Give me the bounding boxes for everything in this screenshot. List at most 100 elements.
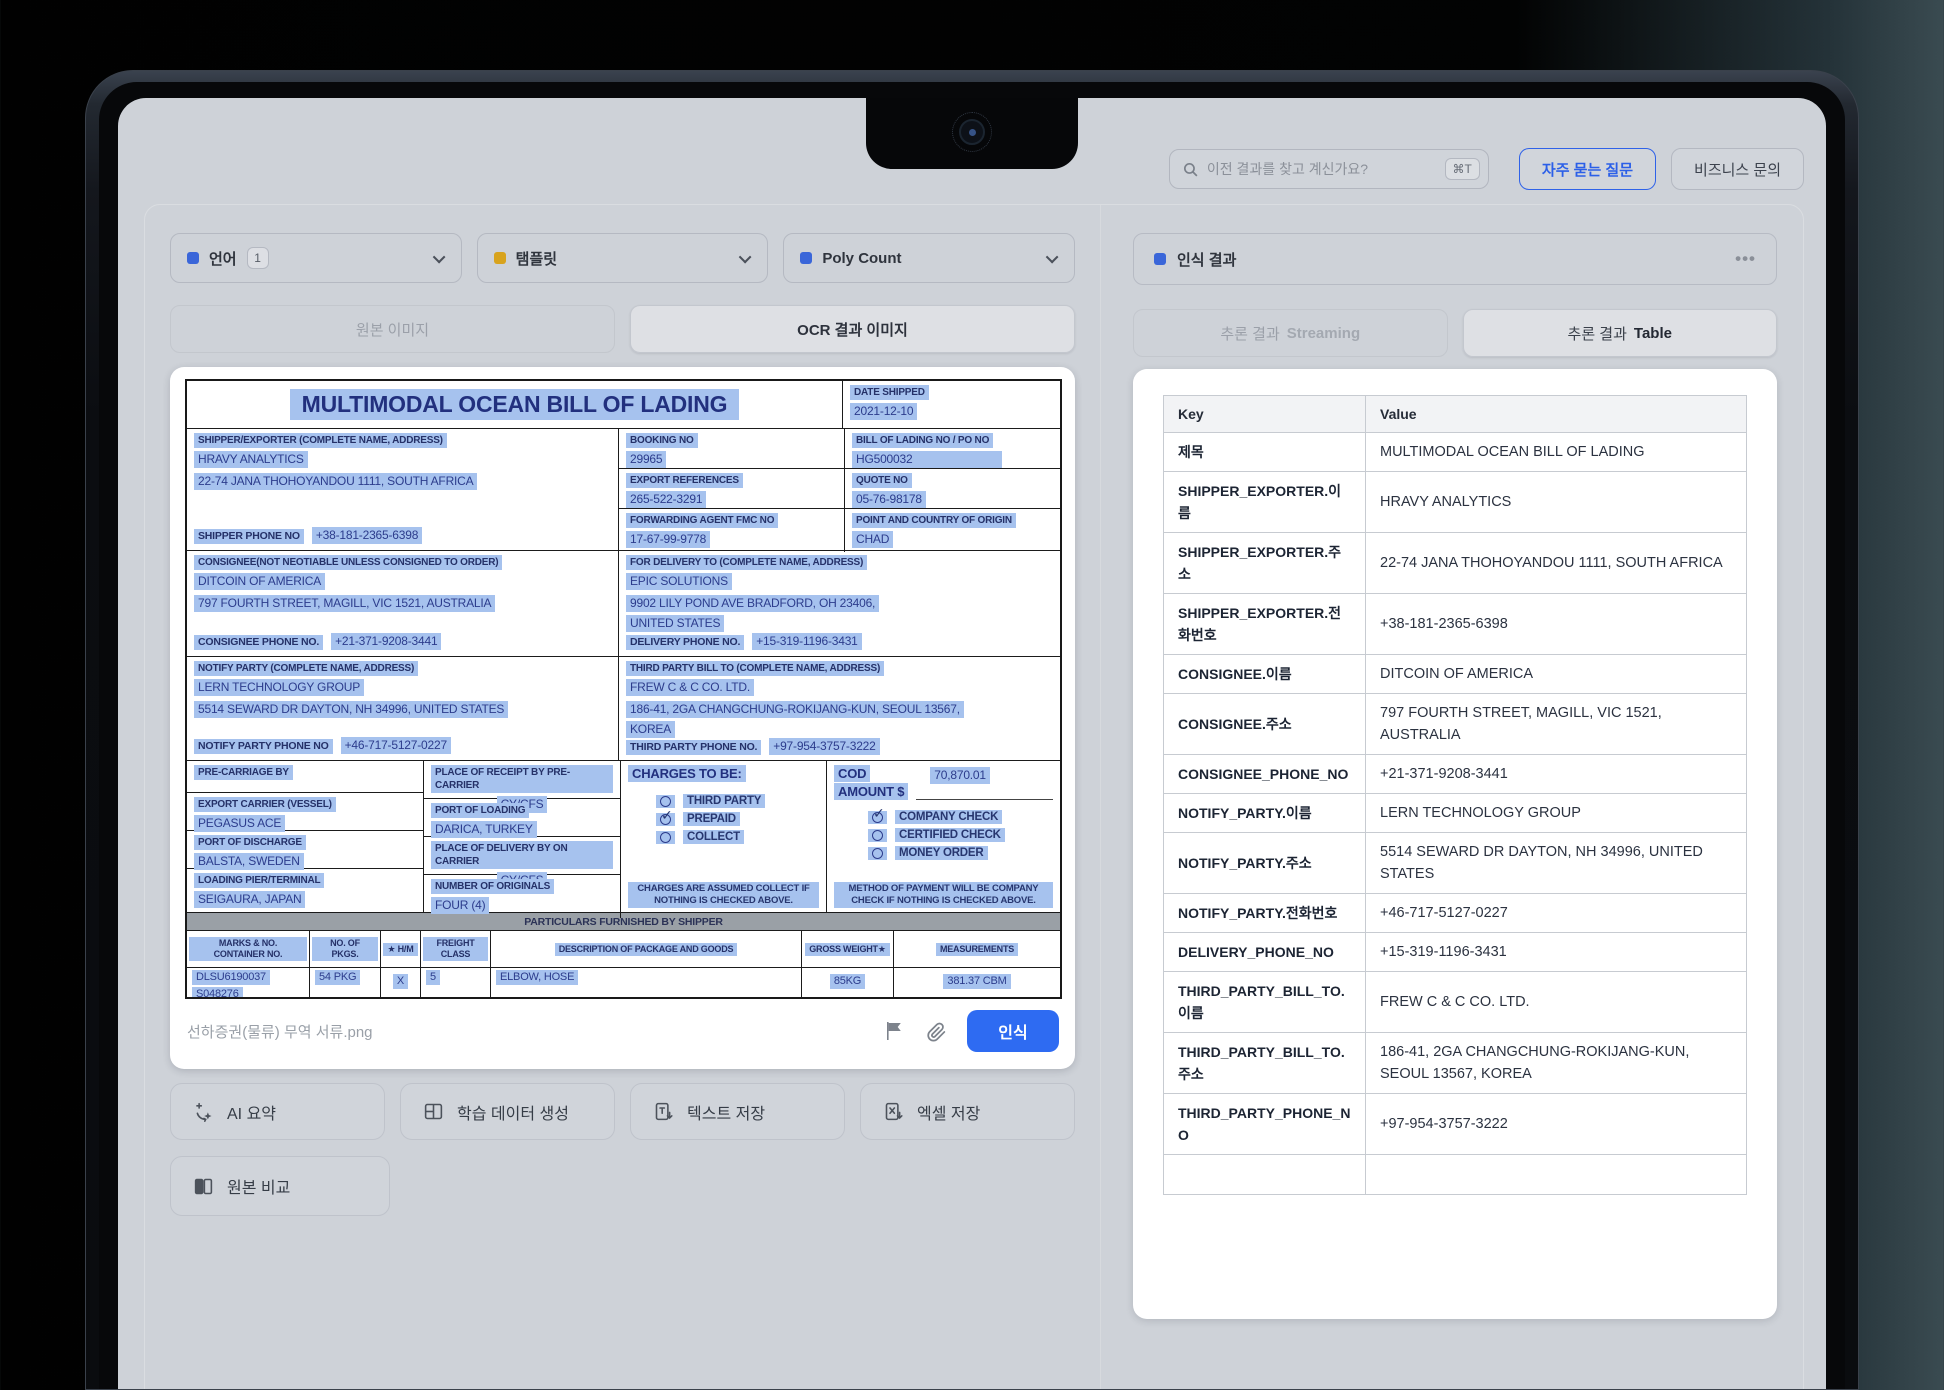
result-table: Key Value 제목MULTIMODAL OCEAN BILL OF LAD… <box>1163 395 1747 1195</box>
dropdown-poly-count[interactable]: Poly Count <box>783 233 1075 283</box>
payment-option-company-check: COMPANY CHECK <box>868 810 1053 824</box>
faq-button[interactable]: 자주 묻는 질문 <box>1519 148 1656 190</box>
result-tabs: 추론 결과 Streaming 추론 결과 Table <box>1133 309 1777 357</box>
tab-sublabel: Table <box>1634 325 1672 342</box>
poly-count-dot-icon <box>800 252 812 264</box>
document-footer: 선하증권(물류) 무역 서류.png 인식 <box>185 999 1061 1063</box>
sparkle-icon <box>193 1101 214 1122</box>
goods-weight-cell: 85KG <box>802 968 894 999</box>
goods-header: GROSS WEIGHT★ <box>805 943 889 956</box>
topbar: ⌘T 자주 묻는 질문 비즈니스 문의 <box>1169 148 1804 190</box>
goods-header: ★ H/M <box>383 943 417 956</box>
table-row: SHIPPER_EXPORTER.전화번호+38-181-2365-6398 <box>1164 594 1747 655</box>
tab-result-streaming[interactable]: 추론 결과 Streaming <box>1133 309 1448 357</box>
goods-header: FREIGHT CLASS <box>423 937 488 961</box>
table-row: NOTIFY_PARTY.주소5514 SEWARD DR DAYTON, NH… <box>1164 833 1747 894</box>
chevron-down-icon <box>432 250 445 263</box>
camera <box>959 119 985 145</box>
more-menu-icon[interactable]: ••• <box>1735 249 1756 269</box>
compare-icon <box>193 1176 214 1197</box>
goods-marks-cell: DLSU6190037 S048276 <box>187 968 310 999</box>
payment-option-money-order: MONEY ORDER <box>868 846 1053 860</box>
table-row: SHIPPER_EXPORTER.이름HRAVY ANALYTICS <box>1164 472 1747 533</box>
radio-circle-icon <box>660 814 671 825</box>
radio-circle-icon <box>872 848 883 859</box>
tab-label: 추론 결과 <box>1568 323 1627 344</box>
tab-sublabel: Streaming <box>1287 325 1360 342</box>
bol-charges-cell: CHARGES TO BE: THIRD PARTY P <box>621 761 827 912</box>
charges-option-prepaid: PREPAID <box>656 812 819 826</box>
template-dot-icon <box>494 252 506 264</box>
payment-option-certified-check: CERTIFIED CHECK <box>868 828 1053 842</box>
table-header-row: Key Value <box>1164 396 1747 433</box>
business-inquiry-button[interactable]: 비즈니스 문의 <box>1671 148 1804 190</box>
goods-header: MEASUREMENTS <box>936 943 1018 956</box>
save-excel-button[interactable]: 엑셀 저장 <box>860 1083 1075 1140</box>
bol-notify-cell: NOTIFY PARTY (COMPLETE NAME, ADDRESS) LE… <box>187 657 619 760</box>
table-row: THIRD_PARTY_BILL_TO.주소186-41, 2GA CHANGC… <box>1164 1033 1747 1094</box>
table-row: NOTIFY_PARTY.전화번호+46-717-5127-0227 <box>1164 894 1747 933</box>
goods-measurements-cell: 381.37 CBM <box>894 968 1060 999</box>
charges-option-collect: COLLECT <box>656 830 819 844</box>
table-row: 제목MULTIMODAL OCEAN BILL OF LADING <box>1164 433 1747 472</box>
screen: ⌘T 자주 묻는 질문 비즈니스 문의 언어 1 <box>118 98 1826 1389</box>
dropdown-template-label: 탬플릿 <box>516 248 557 269</box>
result-dot-icon <box>1154 253 1166 265</box>
document-card: MULTIMODAL OCEAN BILL OF LADING DATE SHI… <box>170 367 1075 1069</box>
radio-circle-icon <box>872 830 883 841</box>
bol-ports-column: PLACE OF RECEIPT BY PRE-CARRIER CY/CFS P… <box>424 761 621 912</box>
device-bezel: ⌘T 자주 묻는 질문 비즈니스 문의 언어 1 <box>99 82 1845 1389</box>
goods-description-cell: ELBOW, HOSE <box>491 968 802 999</box>
search-icon <box>1182 161 1199 178</box>
table-row: CONSIGNEE_PHONE_NO+21-371-9208-3441 <box>1164 755 1747 794</box>
flag-icon[interactable] <box>883 1020 905 1042</box>
ai-summary-button[interactable]: AI 요약 <box>170 1083 385 1140</box>
table-row: SHIPPER_EXPORTER.주소22-74 JANA THOHOYANDO… <box>1164 533 1747 594</box>
table-row: CONSIGNEE.이름DITCOIN OF AMERICA <box>1164 655 1747 694</box>
training-data-label: 학습 데이터 생성 <box>457 1100 569 1124</box>
file-name: 선하증권(물류) 무역 서류.png <box>187 1021 863 1042</box>
left-section: 언어 1 탬플릿 Poly Count <box>145 205 1101 1389</box>
image-tabs: 원본 이미지 OCR 결과 이미지 <box>170 305 1075 353</box>
tab-result-table[interactable]: 추론 결과 Table <box>1463 309 1778 357</box>
tab-original-image[interactable]: 원본 이미지 <box>170 305 615 353</box>
language-count-badge: 1 <box>247 247 269 269</box>
search-box[interactable]: ⌘T <box>1169 149 1489 189</box>
action-row: AI 요약 학습 데이터 생성 텍스트 저장 엑셀 저장 <box>170 1083 1075 1140</box>
table-row <box>1164 1155 1747 1195</box>
result-header: 인식 결과 ••• <box>1133 233 1777 285</box>
ai-summary-label: AI 요약 <box>227 1100 276 1124</box>
bol-title: MULTIMODAL OCEAN BILL OF LADING <box>290 389 740 420</box>
save-text-label: 텍스트 저장 <box>687 1100 765 1124</box>
table-row: THIRD_PARTY_PHONE_NO+97-954-3757-3222 <box>1164 1094 1747 1155</box>
goods-class-cell: 5 <box>421 968 491 999</box>
dropdown-template[interactable]: 탬플릿 <box>477 233 769 283</box>
bol-delivery-cell: FOR DELIVERY TO (COMPLETE NAME, ADDRESS)… <box>619 551 1060 656</box>
goods-pkgs-cell: 54 PKG <box>310 968 381 999</box>
bol-third-party-cell: THIRD PARTY BILL TO (COMPLETE NAME, ADDR… <box>619 657 1060 760</box>
table-row: NOTIFY_PARTY.이름LERN TECHNOLOGY GROUP <box>1164 794 1747 833</box>
bill-of-lading-image: MULTIMODAL OCEAN BILL OF LADING DATE SHI… <box>185 379 1062 999</box>
tab-ocr-result-image[interactable]: OCR 결과 이미지 <box>630 305 1075 353</box>
dropdown-language[interactable]: 언어 1 <box>170 233 462 283</box>
compare-original-label: 원본 비교 <box>227 1174 290 1198</box>
filter-row: 언어 1 탬플릿 Poly Count <box>170 233 1075 283</box>
training-data-button[interactable]: 학습 데이터 생성 <box>400 1083 615 1140</box>
goods-header: MARKS & NO. CONTAINER NO. <box>189 937 307 961</box>
text-file-download-icon <box>653 1101 674 1122</box>
dropdown-language-label: 언어 <box>209 248 237 269</box>
cod-blank-line <box>916 786 1053 800</box>
charges-option-third-party: THIRD PARTY <box>656 794 819 808</box>
chevron-down-icon <box>1046 250 1059 263</box>
chevron-down-icon <box>739 250 752 263</box>
shortcut-badge: ⌘T <box>1445 158 1480 180</box>
grid-icon <box>423 1101 444 1122</box>
right-section: 인식 결과 ••• 추론 결과 Streaming 추론 결과 Table <box>1101 205 1803 1389</box>
bol-particulars-band: PARTICULARS FURNISHED BY SHIPPER <box>187 913 1060 931</box>
search-input[interactable] <box>1207 161 1445 177</box>
save-text-button[interactable]: 텍스트 저장 <box>630 1083 845 1140</box>
compare-original-button[interactable]: 원본 비교 <box>170 1156 390 1216</box>
excel-file-download-icon <box>883 1101 904 1122</box>
attachment-icon[interactable] <box>925 1020 947 1042</box>
recognize-button[interactable]: 인식 <box>967 1010 1059 1052</box>
